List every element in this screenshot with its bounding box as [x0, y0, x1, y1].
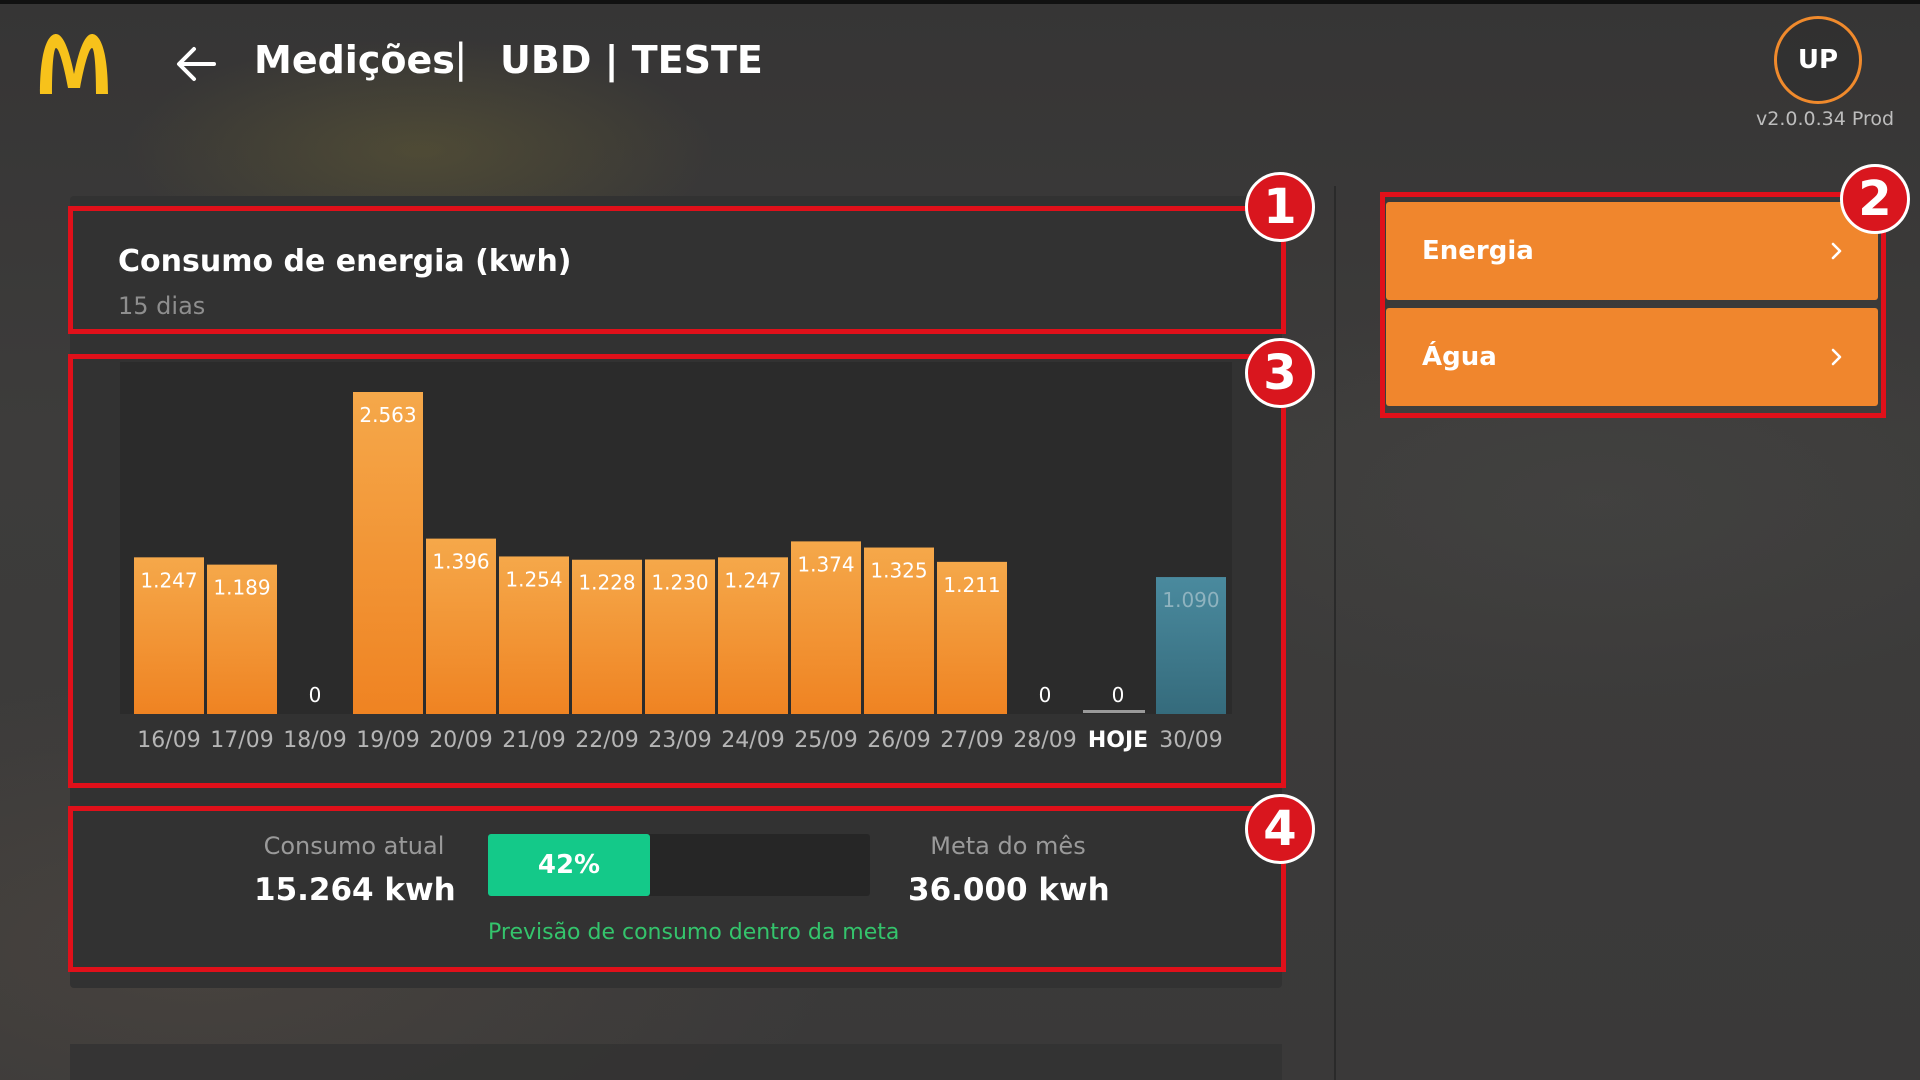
- x-axis-tick-label: 18/09: [283, 728, 347, 753]
- chart-data-label: 1.189: [213, 576, 270, 600]
- x-axis-tick-label: 23/09: [648, 728, 712, 753]
- chevron-right-icon: [1831, 348, 1842, 366]
- x-axis-tick-label: 30/09: [1159, 728, 1223, 753]
- next-card-edge: [70, 1044, 1282, 1080]
- back-arrow-icon[interactable]: [174, 42, 218, 86]
- panel-divider: [1334, 186, 1336, 1080]
- annotation-badge-4: 4: [1245, 794, 1315, 864]
- x-axis-tick-label: HOJE: [1087, 728, 1149, 753]
- card-subtitle: 15 dias: [118, 292, 206, 320]
- app-version: v2.0.0.34 Prod: [1756, 108, 1895, 130]
- header-separator: |: [454, 36, 468, 82]
- chart-data-label: 0: [1112, 683, 1125, 707]
- consumption-bar-chart: 1.247 1.189 0 2.563 1.396 1.254 1.228 1.230 1.24…: [134, 392, 1226, 714]
- current-consumption-value: 15.264 kwh: [254, 872, 456, 908]
- top-border: [0, 0, 1920, 4]
- x-axis-tick-label: 16/09: [137, 728, 201, 753]
- x-axis-tick-label: 20/09: [429, 728, 493, 753]
- forecast-status: Previsão de consumo dentro da meta: [488, 920, 900, 945]
- chart-data-label: 0: [309, 683, 322, 707]
- chart-data-label: 1.325: [870, 559, 927, 583]
- chart-data-label: 1.396: [432, 550, 489, 574]
- goal-progress-bar: 42%: [488, 834, 870, 896]
- water-menu-button[interactable]: Água: [1386, 308, 1878, 406]
- x-axis-tick-label: 17/09: [210, 728, 274, 753]
- page-title: Medições: [254, 38, 455, 82]
- chart-data-label: 1.090: [1162, 588, 1219, 612]
- card-title: Consumo de energia (kwh): [118, 244, 572, 279]
- chart-data-label: 2.563: [359, 403, 416, 427]
- store-name: UBD | TESTE: [500, 38, 763, 82]
- goal-progress-fill: 42%: [488, 834, 650, 896]
- chart-data-label: 0: [1039, 683, 1052, 707]
- chevron-right-icon: [1831, 242, 1842, 260]
- water-menu-label: Água: [1422, 342, 1497, 372]
- chart-data-label: 1.211: [943, 573, 1000, 597]
- x-axis-tick-label: 25/09: [794, 728, 858, 753]
- monthly-goal-label: Meta do mês: [930, 832, 1086, 860]
- chart-data-label: 1.374: [797, 552, 854, 576]
- monthly-goal-value: 36.000 kwh: [908, 872, 1110, 908]
- energy-menu-button[interactable]: Energia: [1386, 202, 1878, 300]
- annotation-badge-3: 3: [1245, 338, 1315, 408]
- annotation-badge-2: 2: [1840, 164, 1910, 234]
- chart-data-label: 1.228: [578, 571, 635, 595]
- current-consumption-label: Consumo atual: [263, 832, 445, 860]
- chart-data-label: 1.254: [505, 567, 562, 591]
- x-axis-tick-label: 22/09: [575, 728, 639, 753]
- chart-data-label: 1.247: [140, 568, 197, 592]
- x-axis-tick-label: 28/09: [1013, 728, 1077, 753]
- chart-data-label: 1.247: [724, 568, 781, 592]
- x-axis-labels: 16/09 17/09 18/09 19/09 20/09 21/09 22/09 23/09…: [120, 728, 1232, 762]
- chart-bar: [353, 392, 423, 714]
- x-axis-tick-label: 24/09: [721, 728, 785, 753]
- chart-data-label: 1.230: [651, 570, 708, 594]
- annotation-badge-1: 1: [1245, 172, 1315, 242]
- user-avatar[interactable]: UP: [1774, 16, 1862, 104]
- x-axis-tick-label: 26/09: [867, 728, 931, 753]
- mcdonalds-logo-icon: [40, 34, 108, 94]
- x-axis-tick-label: 27/09: [940, 728, 1004, 753]
- x-axis-tick-label: 19/09: [356, 728, 420, 753]
- today-marker: [1083, 710, 1145, 713]
- x-axis-tick-label: 21/09: [502, 728, 566, 753]
- energy-menu-label: Energia: [1422, 236, 1534, 266]
